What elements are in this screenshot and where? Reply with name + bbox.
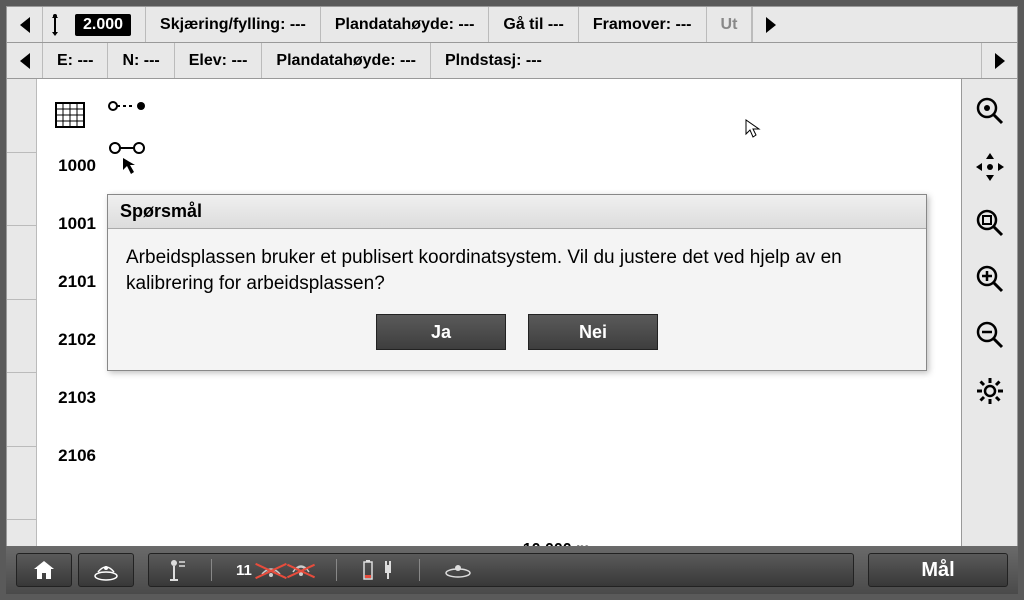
- gutter-cell[interactable]: [7, 300, 36, 374]
- toolbar2-prev[interactable]: [7, 43, 43, 78]
- toolbar-1: 2.000 Skjæring/fylling: --- Plandatahøyd…: [7, 7, 1017, 43]
- select-segment-tool[interactable]: [107, 140, 147, 181]
- battery-status: [361, 559, 395, 581]
- design-elev-2[interactable]: Plandatahøyde: ---: [262, 43, 431, 78]
- point-label: 2101: [37, 253, 102, 311]
- point-label: 1001: [37, 195, 102, 253]
- question-dialog: Spørsmål Arbeidsplassen bruker et publis…: [107, 194, 927, 371]
- level-status: [444, 561, 472, 579]
- power-plug-icon: [381, 559, 395, 581]
- main-area: 1000 1001 2101 2102 2103 2106 10.000 m: [7, 79, 1017, 593]
- toolbar1-prev[interactable]: [7, 7, 43, 42]
- east[interactable]: E: ---: [43, 43, 108, 78]
- point-label: 1000: [37, 137, 102, 195]
- radio-icon: [290, 558, 312, 583]
- grid-toggle[interactable]: [37, 93, 102, 137]
- cut-fill[interactable]: Skjæring/fylling: ---: [146, 7, 321, 42]
- bottom-bar: 11 Mål: [6, 546, 1018, 594]
- zoom-toolbar: [961, 79, 1017, 593]
- no-button[interactable]: Nei: [528, 314, 658, 350]
- satellite-count: 11: [236, 562, 252, 579]
- antenna-height[interactable]: 2.000: [43, 7, 146, 42]
- gutter-cell[interactable]: [7, 153, 36, 227]
- design-elev-1[interactable]: Plandatahøyde: ---: [321, 7, 490, 42]
- point-label: 2106: [37, 427, 102, 485]
- measure-button[interactable]: Mål: [868, 553, 1008, 587]
- satellite-icon: [258, 558, 284, 583]
- toolbar-2: E: --- N: --- Elev: --- Plandatahøyde: -…: [7, 43, 1017, 79]
- satellite-status: 11: [236, 558, 312, 583]
- elevation[interactable]: Elev: ---: [175, 43, 263, 78]
- zoom-window[interactable]: [968, 201, 1012, 245]
- home-button[interactable]: [16, 553, 72, 587]
- survey-mode-icon: [167, 558, 187, 582]
- cursor-icon: [745, 119, 761, 144]
- toolbar2-next[interactable]: [981, 43, 1017, 78]
- point-label: 2103: [37, 369, 102, 427]
- antenna-height-value: 2.000: [75, 14, 131, 36]
- left-gutter: [7, 79, 37, 593]
- toolbar1-next[interactable]: [752, 7, 788, 42]
- gutter-cell[interactable]: [7, 79, 36, 153]
- goto[interactable]: Gå til ---: [489, 7, 578, 42]
- dialog-message: Arbeidsplassen bruker et publisert koord…: [126, 245, 908, 296]
- status-strip[interactable]: 11: [148, 553, 854, 587]
- antenna-height-icon: [51, 14, 69, 36]
- zoom-extents[interactable]: [968, 89, 1012, 133]
- dialog-title: Spørsmål: [108, 195, 926, 229]
- battery-icon: [361, 559, 375, 581]
- pan-tool[interactable]: [968, 145, 1012, 189]
- gnss-button[interactable]: [78, 553, 134, 587]
- gutter-cell[interactable]: [7, 447, 36, 521]
- yes-button[interactable]: Ja: [376, 314, 506, 350]
- out-partial[interactable]: Ut: [707, 7, 753, 42]
- level-icon: [444, 561, 472, 579]
- zoom-out[interactable]: [968, 313, 1012, 357]
- gutter-cell[interactable]: [7, 373, 36, 447]
- design-station[interactable]: Plndstasj: ---: [431, 43, 981, 78]
- zoom-in[interactable]: [968, 257, 1012, 301]
- snap-point-tool[interactable]: [107, 95, 147, 122]
- point-labels-column: 1000 1001 2101 2102 2103 2106: [37, 79, 102, 593]
- point-label: 2102: [37, 311, 102, 369]
- gutter-cell[interactable]: [7, 226, 36, 300]
- north[interactable]: N: ---: [108, 43, 174, 78]
- settings[interactable]: [968, 369, 1012, 413]
- forward[interactable]: Framover: ---: [579, 7, 707, 42]
